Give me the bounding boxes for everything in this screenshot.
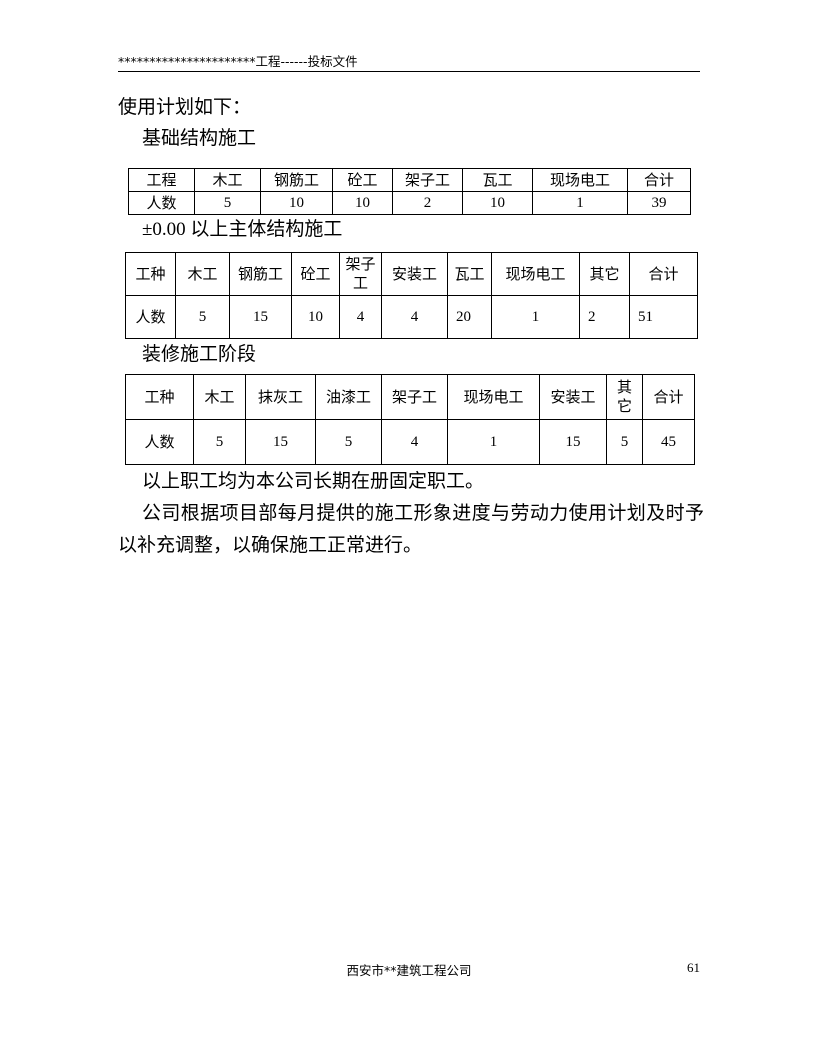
table2-value-1: 15 (229, 295, 292, 339)
table2-header-2: 钢筋工 (229, 252, 292, 296)
table2-header-9: 合计 (629, 252, 698, 296)
table3-header-4: 架子工 (381, 374, 448, 420)
table1-header-0: 工程 (128, 168, 195, 192)
closing-paragraphs: 以上职工均为本公司长期在册固定职工。 公司根据项目部每月提供的施工形象进度与劳动… (118, 466, 704, 562)
table3-header-6: 安装工 (539, 374, 607, 420)
table3-value-1: 15 (245, 419, 316, 465)
table2-header-8: 其它 (579, 252, 630, 296)
header-rule (118, 71, 700, 72)
table-row: 人数 5 10 10 2 10 1 39 (128, 191, 691, 215)
table1-row-label: 人数 (128, 191, 195, 215)
note-paragraph-1: 以上职工均为本公司长期在册固定职工。 (142, 471, 485, 492)
table1-value-1: 10 (260, 191, 333, 215)
table-row: 工程 木工 钢筋工 砼工 架子工 瓦工 现场电工 合计 (128, 168, 691, 192)
table3-header-0: 工种 (125, 374, 194, 420)
labor-plan-table-decoration: 工种 木工 抹灰工 油漆工 架子工 现场电工 安装工 其它 合计 人数 5 15… (125, 374, 695, 465)
table-row: 人数 5 15 10 4 4 20 1 2 51 (125, 295, 698, 339)
table2-value-0: 5 (175, 295, 230, 339)
table3-value-3: 4 (381, 419, 448, 465)
table1-value-3: 2 (392, 191, 463, 215)
document-page: **********************工程------投标文件 使用计划如… (0, 0, 816, 1056)
header-title: **********************工程------投标文件 (118, 54, 358, 69)
table2-header-3: 砼工 (291, 252, 340, 296)
table2-header-7: 现场电工 (491, 252, 580, 296)
table2-value-2: 10 (291, 295, 340, 339)
labor-plan-table-foundation: 工程 木工 钢筋工 砼工 架子工 瓦工 现场电工 合计 人数 5 10 10 2… (128, 168, 691, 215)
table3-header-5: 现场电工 (447, 374, 540, 420)
section-heading-2-wrap: ±0.00 以上主体结构施工 (118, 215, 704, 245)
table3-header-7-text: 其它 (616, 378, 632, 415)
table2-value-4: 4 (381, 295, 448, 339)
document-body: 使用计划如下： 基础结构施工 (118, 92, 704, 154)
labor-plan-table-superstructure: 工种 木工 钢筋工 砼工 架子工 安装工 瓦工 现场电工 其它 合计 人数 5 … (125, 252, 698, 339)
footer-company-name: 西安市**建筑工程公司 (346, 963, 472, 978)
table3-value-0: 5 (193, 419, 246, 465)
table2-header-1: 木工 (175, 252, 230, 296)
table1-value-2: 10 (332, 191, 393, 215)
table3-value-4: 1 (447, 419, 540, 465)
intro-paragraph: 使用计划如下： (118, 97, 252, 118)
table2-value-3: 4 (339, 295, 382, 339)
table2-header-5: 安装工 (381, 252, 448, 296)
page-number: 61 (687, 960, 700, 975)
table1-header-7: 合计 (627, 168, 691, 192)
table1-header-2: 钢筋工 (260, 168, 333, 192)
table3-header-8: 合计 (642, 374, 695, 420)
section-heading-1: 基础结构施工 (142, 128, 257, 149)
table2-value-6: 1 (491, 295, 580, 339)
note-paragraph-2: 公司根据项目部每月提供的施工形象进度与劳动力使用计划及时予以补充调整，以确保施工… (118, 503, 704, 556)
page-footer: 西安市**建筑工程公司 61 (118, 960, 700, 980)
table-row: 工种 木工 抹灰工 油漆工 架子工 现场电工 安装工 其它 合计 (125, 374, 695, 420)
table1-header-6: 现场电工 (532, 168, 628, 192)
table1-header-4: 架子工 (392, 168, 463, 192)
table2-value-5: 20 (447, 295, 492, 339)
table1-value-0: 5 (194, 191, 261, 215)
table3-value-2: 5 (315, 419, 382, 465)
table2-header-6: 瓦工 (447, 252, 492, 296)
table1-value-4: 10 (462, 191, 533, 215)
table2-header-0: 工种 (125, 252, 176, 296)
table1-header-3: 砼工 (332, 168, 393, 192)
table3-value-6: 5 (606, 419, 643, 465)
table1-value-6: 39 (627, 191, 691, 215)
section-heading-3-wrap: 装修施工阶段 (118, 340, 704, 370)
section-heading-2: ±0.00 以上主体结构施工 (142, 219, 343, 240)
table2-value-7: 2 (579, 295, 630, 339)
table3-header-7: 其它 (606, 374, 643, 420)
table1-value-5: 1 (532, 191, 628, 215)
table3-row-label: 人数 (125, 419, 194, 465)
table3-value-5: 15 (539, 419, 607, 465)
table1-header-1: 木工 (194, 168, 261, 192)
table2-row-label: 人数 (125, 295, 176, 339)
table2-header-4-text: 架子工 (345, 255, 376, 292)
table-row: 工种 木工 钢筋工 砼工 架子工 安装工 瓦工 现场电工 其它 合计 (125, 252, 698, 296)
table3-value-7: 45 (642, 419, 695, 465)
table2-header-4: 架子工 (339, 252, 382, 296)
table-row: 人数 5 15 5 4 1 15 5 45 (125, 419, 695, 465)
table1-header-5: 瓦工 (462, 168, 533, 192)
table3-header-2: 抹灰工 (245, 374, 316, 420)
table3-header-8-text: 合计 (653, 387, 684, 406)
running-header: **********************工程------投标文件 (118, 54, 700, 72)
table3-header-1: 木工 (193, 374, 246, 420)
table3-header-3: 油漆工 (315, 374, 382, 420)
table2-value-8: 51 (629, 295, 698, 339)
section-heading-3: 装修施工阶段 (142, 344, 257, 365)
